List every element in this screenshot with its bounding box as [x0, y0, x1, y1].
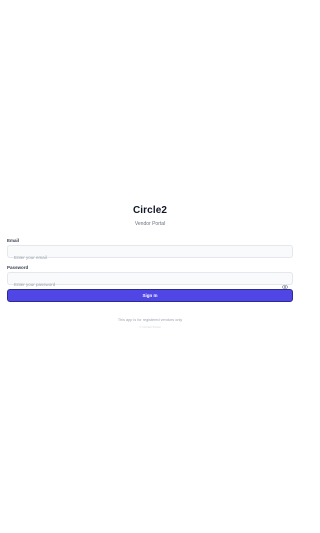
login-page: Circle2 Vendor Portal Email Password Si	[0, 0, 300, 533]
brand-header: Circle2 Vendor Portal	[0, 205, 300, 227]
email-label: Email	[7, 238, 20, 243]
password-label: Password	[7, 265, 29, 270]
footer-note: This app is for registered vendors only	[117, 318, 183, 322]
footer-meta: © Circle2 Portal	[139, 325, 161, 329]
email-field-group: Email	[7, 238, 293, 263]
eye-icon[interactable]	[281, 277, 289, 289]
sign-in-button[interactable]: Sign In	[7, 289, 293, 302]
app-subtitle: Vendor Portal	[134, 221, 166, 227]
password-input[interactable]	[8, 279, 292, 290]
email-input-wrapper	[7, 245, 293, 263]
footer: This app is for registered vendors only …	[0, 318, 300, 329]
password-field-group: Password	[7, 265, 293, 290]
email-input[interactable]	[8, 252, 292, 263]
login-form: Email Password Sign In	[7, 238, 293, 302]
app-title: Circle2	[132, 205, 168, 216]
password-input-wrapper	[7, 272, 293, 290]
